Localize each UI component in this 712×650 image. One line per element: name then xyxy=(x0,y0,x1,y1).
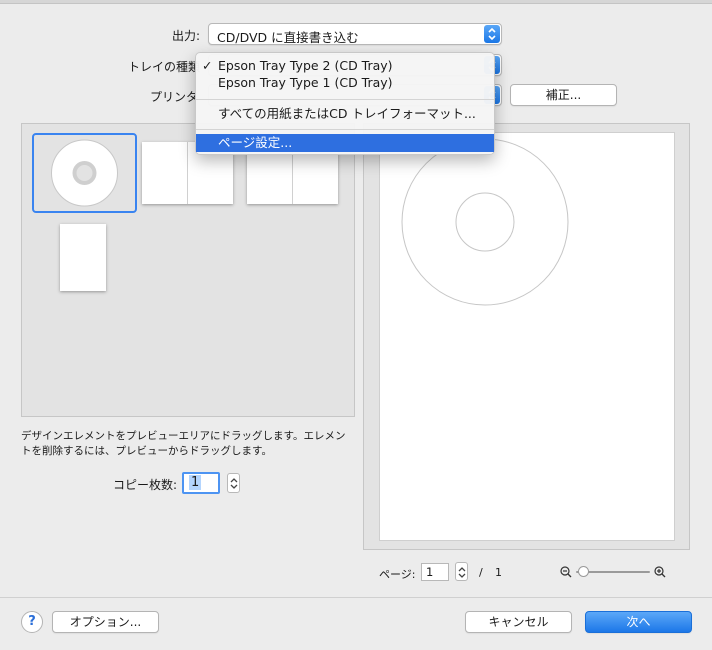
options-button[interactable]: オプション... xyxy=(52,611,159,633)
page-input[interactable]: 1 xyxy=(421,563,449,581)
menu-item-epson-tray-2[interactable]: ✓ Epson Tray Type 2 (CD Tray) xyxy=(196,57,494,75)
menu-item-all-paper-formats[interactable]: すべての用紙またはCD トレイフォーマット... xyxy=(196,105,494,123)
menu-separator xyxy=(196,129,494,130)
two-panel-layout-icon xyxy=(187,142,188,204)
stepper-arrows-icon xyxy=(458,567,466,578)
adjust-button[interactable]: 補正... xyxy=(510,84,617,106)
next-button[interactable]: 次へ xyxy=(585,611,692,633)
zoom-out-icon[interactable] xyxy=(560,566,572,578)
cd-layout-thumbnail[interactable] xyxy=(32,133,137,213)
menu-item-label: すべての用紙またはCD トレイフォーマット... xyxy=(218,106,476,121)
layout-thumbnails-panel xyxy=(21,123,355,417)
tray-type-menu: ✓ Epson Tray Type 2 (CD Tray) Epson Tray… xyxy=(195,52,495,155)
menu-item-epson-tray-1[interactable]: Epson Tray Type 1 (CD Tray) xyxy=(196,74,494,92)
page-total: 1 xyxy=(495,566,502,579)
checkmark-icon: ✓ xyxy=(202,58,213,73)
window-top-edge xyxy=(0,0,712,4)
instruction-text: デザインエレメントをプレビューエリアにドラッグします。エレメントを削除するには、… xyxy=(21,430,346,457)
stepper-arrows-icon xyxy=(230,478,238,489)
page-stepper[interactable] xyxy=(455,562,468,581)
tray-label: トレイの種類 xyxy=(128,60,201,74)
copies-value: 1 xyxy=(189,475,202,490)
cancel-button[interactable]: キャンセル xyxy=(465,611,572,633)
output-popup[interactable]: CD/DVD に直接書き込む xyxy=(208,23,502,45)
copies-input[interactable]: 1 xyxy=(182,472,220,494)
page-value: 1 xyxy=(426,565,434,579)
menu-separator xyxy=(196,99,494,100)
preview-paper xyxy=(379,132,675,541)
popup-arrows-icon xyxy=(484,25,500,43)
menu-item-label: Epson Tray Type 1 (CD Tray) xyxy=(218,75,393,90)
printer-label: プリンタ xyxy=(150,90,199,104)
menu-item-page-setup[interactable]: ページ設定... xyxy=(196,134,494,152)
page-label: ページ: xyxy=(379,568,416,581)
single-page-layout-thumbnail[interactable] xyxy=(60,224,106,291)
copies-stepper[interactable] xyxy=(227,473,240,493)
cd-outline-preview xyxy=(401,138,569,306)
copies-label: コピー枚数: xyxy=(113,478,178,492)
zoom-in-icon[interactable] xyxy=(654,566,666,578)
footer-separator xyxy=(0,597,712,598)
help-button[interactable]: ? xyxy=(21,611,43,633)
menu-item-label: ページ設定... xyxy=(218,135,293,150)
output-label: 出力: xyxy=(171,29,200,43)
menu-item-label: Epson Tray Type 2 (CD Tray) xyxy=(218,58,393,73)
page-separator: / xyxy=(479,566,483,579)
zoom-slider-knob[interactable] xyxy=(578,566,590,577)
output-value: CD/DVD に直接書き込む xyxy=(217,30,359,45)
cd-layout-icon xyxy=(51,139,118,207)
preview-panel xyxy=(363,123,690,550)
